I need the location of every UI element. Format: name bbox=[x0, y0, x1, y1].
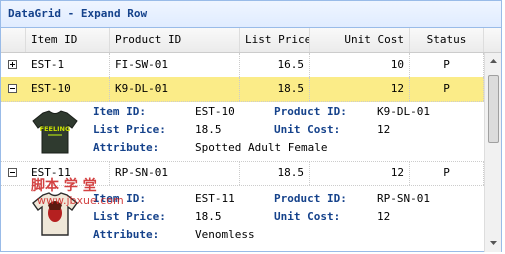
tshirt-dark-image: FEELING bbox=[32, 110, 78, 154]
cell-status: P bbox=[410, 77, 484, 101]
column-header-product-id[interactable]: Product ID bbox=[110, 28, 240, 52]
cell-product-id: FI-SW-01 bbox=[110, 53, 240, 77]
cell-item-id: EST-1 bbox=[26, 53, 110, 77]
detail-list-price-label: List Price: bbox=[93, 210, 166, 223]
column-header-unit-cost[interactable]: Unit Cost bbox=[310, 28, 410, 52]
detail-attribute-value: Venomless bbox=[195, 228, 255, 241]
cell-product-id: RP-SN-01 bbox=[110, 161, 240, 185]
detail-item-id-label: Item ID: bbox=[93, 105, 146, 118]
header-spacer bbox=[484, 28, 501, 52]
cell-unit-cost: 10 bbox=[310, 53, 410, 77]
cell-status: P bbox=[410, 161, 484, 185]
cell-item-id: EST-10 bbox=[26, 77, 110, 101]
scroll-up-arrow-icon[interactable] bbox=[487, 55, 500, 68]
datagrid-panel: DataGrid - Expand Row Item ID Product ID… bbox=[0, 0, 502, 252]
detail-attribute-label: Attribute: bbox=[93, 141, 160, 154]
detail-unit-cost-value: 12 bbox=[377, 210, 391, 223]
cell-product-id: K9-DL-01 bbox=[110, 77, 240, 101]
collapse-icon[interactable] bbox=[8, 168, 17, 177]
cell-list-price: 16.5 bbox=[240, 53, 310, 77]
detail-attribute-label: Attribute: bbox=[93, 228, 160, 241]
datagrid: Item ID Product ID List Price Unit Cost … bbox=[1, 28, 501, 252]
cell-unit-cost: 12 bbox=[310, 161, 410, 185]
collapse-icon[interactable] bbox=[8, 84, 17, 93]
tshirt-print-text: FEELING bbox=[40, 125, 71, 133]
column-header-list-price[interactable]: List Price bbox=[240, 28, 310, 52]
column-header-item-id[interactable]: Item ID bbox=[26, 28, 110, 52]
detail-unit-cost-label: Unit Cost: bbox=[274, 210, 341, 223]
detail-product-id-label: Product ID: bbox=[274, 105, 347, 118]
column-header-status[interactable]: Status bbox=[410, 28, 484, 52]
detail-product-id-value: K9-DL-01 bbox=[377, 105, 430, 118]
cell-unit-cost: 12 bbox=[310, 77, 410, 101]
cell-status: P bbox=[410, 53, 484, 77]
grid-header: Item ID Product ID List Price Unit Cost … bbox=[1, 28, 501, 53]
panel-title: DataGrid - Expand Row bbox=[1, 1, 501, 28]
detail-attribute-value: Spotted Adult Female bbox=[195, 141, 328, 154]
detail-item-id-value: EST-11 bbox=[195, 192, 235, 205]
watermark-text: 脚本 学 堂 bbox=[31, 178, 97, 194]
table-row[interactable]: EST-1 FI-SW-01 16.5 10 P bbox=[1, 53, 484, 78]
scrollbar-thumb[interactable] bbox=[488, 75, 499, 143]
row-detail: FEELING Item ID: EST-10 Product ID: K9-D… bbox=[1, 101, 484, 162]
detail-item-id-value: EST-10 bbox=[195, 105, 235, 118]
table-row[interactable]: EST-10 K9-DL-01 18.5 12 P bbox=[1, 77, 484, 102]
detail-list-price-value: 18.5 bbox=[195, 210, 222, 223]
scroll-down-arrow-icon[interactable] bbox=[487, 236, 500, 249]
detail-list-price-value: 18.5 bbox=[195, 123, 222, 136]
expander-column-header bbox=[1, 28, 26, 52]
vertical-scrollbar[interactable] bbox=[484, 53, 501, 252]
detail-unit-cost-label: Unit Cost: bbox=[274, 123, 341, 136]
detail-product-id-value: RP-SN-01 bbox=[377, 192, 430, 205]
cell-list-price: 18.5 bbox=[240, 77, 310, 101]
detail-product-id-label: Product ID: bbox=[274, 192, 347, 205]
expand-icon[interactable] bbox=[8, 60, 17, 69]
detail-unit-cost-value: 12 bbox=[377, 123, 391, 136]
cell-list-price: 18.5 bbox=[240, 161, 310, 185]
detail-list-price-label: List Price: bbox=[93, 123, 166, 136]
watermark-url: www.jbxue.com bbox=[37, 194, 124, 207]
